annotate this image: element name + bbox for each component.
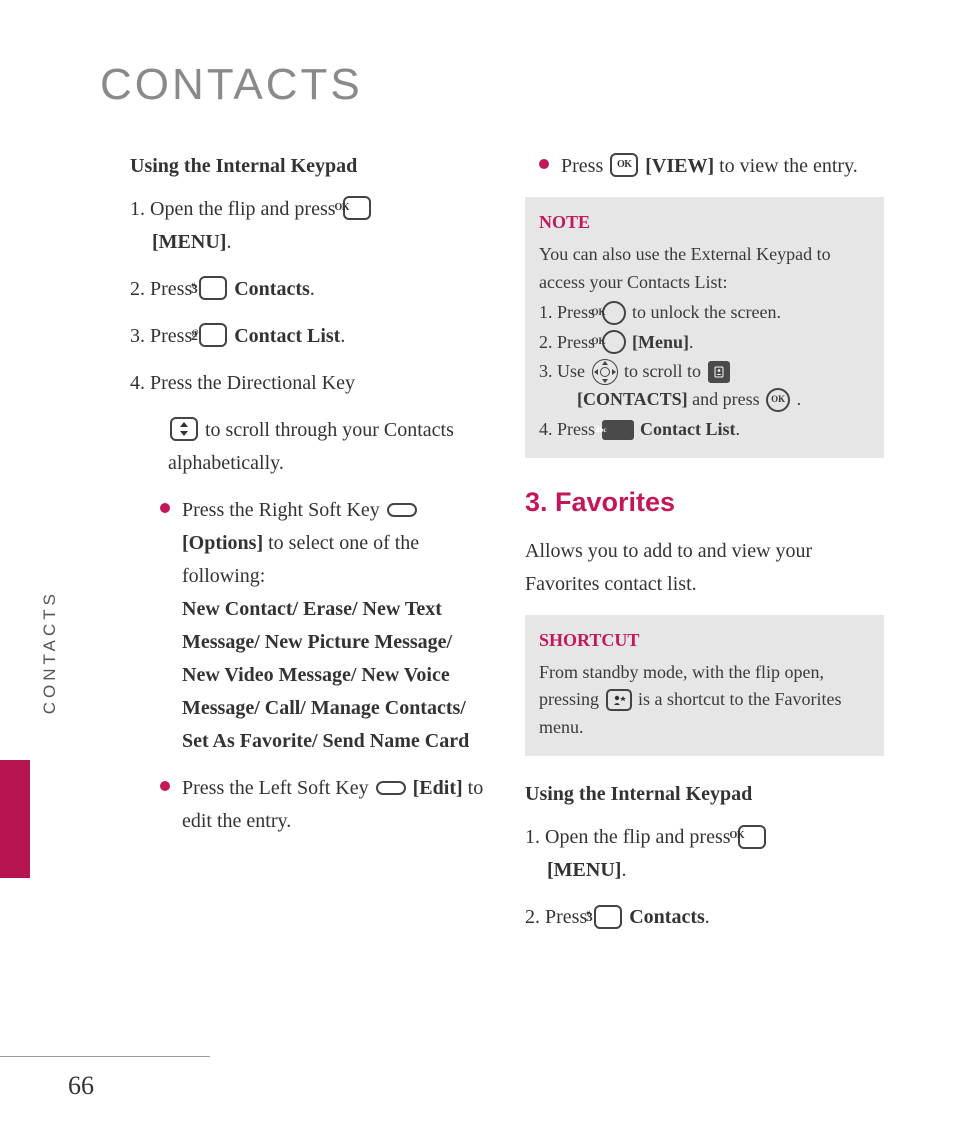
ok-key-icon: OK bbox=[738, 825, 766, 849]
key-3-icon: 3# bbox=[594, 905, 622, 929]
note-step-4: 4. Press 2abc Contact List. bbox=[539, 416, 870, 444]
step1-text-a: 1. Open the flip and press bbox=[130, 198, 341, 220]
note-title: NOTE bbox=[539, 209, 870, 237]
step4-text-b: to scroll through your Contacts alphabet… bbox=[168, 419, 454, 474]
note-s4-dot: . bbox=[736, 419, 741, 439]
r-step1-dot: . bbox=[621, 859, 626, 881]
shortcut-title: SHORTCUT bbox=[539, 627, 870, 655]
note-s3-a: 3. Use bbox=[539, 361, 590, 381]
key-2-icon: 2@ bbox=[199, 323, 227, 347]
bullet1-options: [Options] bbox=[182, 532, 263, 554]
favorites-heading: 3. Favorites bbox=[525, 480, 884, 525]
note-step-3b: [CONTACTS] and press OK . bbox=[539, 386, 870, 414]
shortcut-box: SHORTCUT From standby mode, with the fli… bbox=[525, 615, 884, 757]
note-s1-b: to unlock the screen. bbox=[632, 302, 781, 322]
note-step-3: 3. Use to scroll to bbox=[539, 358, 870, 386]
note-intro: You can also use the External Keypad to … bbox=[539, 241, 870, 297]
right-soft-key-icon bbox=[387, 503, 417, 517]
note-s1-a: 1. Press bbox=[539, 302, 600, 322]
left-column: Using the Internal Keypad 1. Open the fl… bbox=[130, 150, 489, 948]
step3-text-a: 3. Press bbox=[130, 325, 197, 347]
ok-circle-icon: OK bbox=[766, 388, 790, 412]
right-subheading: Using the Internal Keypad bbox=[525, 778, 884, 811]
note-box: NOTE You can also use the External Keypa… bbox=[525, 197, 884, 458]
ok-key-icon: OK bbox=[343, 196, 371, 220]
bullet-dot-icon bbox=[160, 503, 170, 513]
contacts-app-icon bbox=[708, 361, 730, 383]
key-2abc-icon: 2abc bbox=[602, 420, 634, 440]
nav-circle-icon bbox=[592, 359, 618, 385]
bullet3-a: Press bbox=[561, 155, 608, 177]
bullet-dot-icon bbox=[539, 159, 549, 169]
step4-text-a: 4. Press the Directional Key bbox=[130, 372, 355, 394]
step-1: 1. Open the flip and press OK [MENU]. bbox=[130, 193, 489, 259]
note-s3-dot: . bbox=[797, 389, 802, 409]
ok-circle-icon: OK bbox=[602, 330, 626, 354]
bullet2-a: Press the Left Soft Key bbox=[182, 777, 374, 799]
note-s3-b: to scroll to bbox=[624, 361, 706, 381]
favorites-key-icon bbox=[606, 689, 632, 711]
ok-key-icon: OK bbox=[610, 153, 638, 177]
step-4: 4. Press the Directional Key bbox=[130, 367, 489, 400]
r-step2-a: 2. Press bbox=[525, 906, 592, 928]
bullet1-list: New Contact/ Erase/ New Text Message/ Ne… bbox=[182, 598, 469, 752]
r-step-1: 1. Open the flip and press OK [MENU]. bbox=[525, 821, 884, 887]
r-step-2: 2. Press 3# Contacts. bbox=[525, 901, 884, 934]
bullet3-c: to view the entry. bbox=[719, 155, 858, 177]
directional-key-icon bbox=[170, 417, 198, 441]
favorites-para: Allows you to add to and view your Favor… bbox=[525, 535, 884, 601]
r-step2-dot: . bbox=[705, 906, 710, 928]
note-s2-a: 2. Press bbox=[539, 332, 600, 352]
footer-rule bbox=[0, 1056, 210, 1057]
side-tab-bar bbox=[0, 760, 30, 878]
bullet-options: Press the Right Soft Key [Options] to se… bbox=[130, 494, 489, 758]
note-s3-d: and press bbox=[692, 389, 764, 409]
bullet-edit: Press the Left Soft Key [Edit] to edit t… bbox=[130, 772, 489, 838]
bullet-view: Press OK [VIEW] to view the entry. bbox=[525, 150, 884, 183]
step1-menu: [MENU] bbox=[152, 231, 226, 253]
step-3: 3. Press 2@ Contact List. bbox=[130, 320, 489, 353]
side-tab-label: CONTACTS bbox=[40, 590, 60, 714]
note-s4-cl: Contact List bbox=[640, 419, 736, 439]
note-step-2: 2. Press OK [Menu]. bbox=[539, 329, 870, 357]
right-column: Press OK [VIEW] to view the entry. NOTE … bbox=[525, 150, 884, 948]
page-title: CONTACTS bbox=[100, 60, 884, 110]
step2-dot: . bbox=[310, 278, 315, 300]
step-4-cont: to scroll through your Contacts alphabet… bbox=[130, 414, 489, 480]
bullet2-edit: [Edit] bbox=[413, 777, 463, 799]
step2-text-a: 2. Press bbox=[130, 278, 197, 300]
ok-circle-icon: OK bbox=[602, 301, 626, 325]
note-s3-contacts: [CONTACTS] bbox=[577, 389, 688, 409]
left-soft-key-icon bbox=[376, 781, 406, 795]
step1-dot: . bbox=[226, 231, 231, 253]
left-subheading: Using the Internal Keypad bbox=[130, 150, 489, 183]
key-3-icon: 3# bbox=[199, 276, 227, 300]
bullet3-view: [VIEW] bbox=[645, 155, 714, 177]
step2-contacts: Contacts bbox=[234, 278, 310, 300]
step3-dot: . bbox=[340, 325, 345, 347]
note-s2-menu: [Menu] bbox=[632, 332, 689, 352]
page-number: 66 bbox=[68, 1071, 94, 1101]
step-2: 2. Press 3# Contacts. bbox=[130, 273, 489, 306]
bullet-dot-icon bbox=[160, 781, 170, 791]
bullet1-a: Press the Right Soft Key bbox=[182, 499, 385, 521]
note-step-1: 1. Press OK to unlock the screen. bbox=[539, 299, 870, 327]
note-s4-a: 4. Press bbox=[539, 419, 600, 439]
r-step1-a: 1. Open the flip and press bbox=[525, 826, 736, 848]
step3-contactlist: Contact List bbox=[234, 325, 340, 347]
content-columns: Using the Internal Keypad 1. Open the fl… bbox=[130, 150, 884, 948]
note-s2-dot: . bbox=[689, 332, 694, 352]
r-step1-menu: [MENU] bbox=[547, 859, 621, 881]
r-step2-contacts: Contacts bbox=[629, 906, 705, 928]
